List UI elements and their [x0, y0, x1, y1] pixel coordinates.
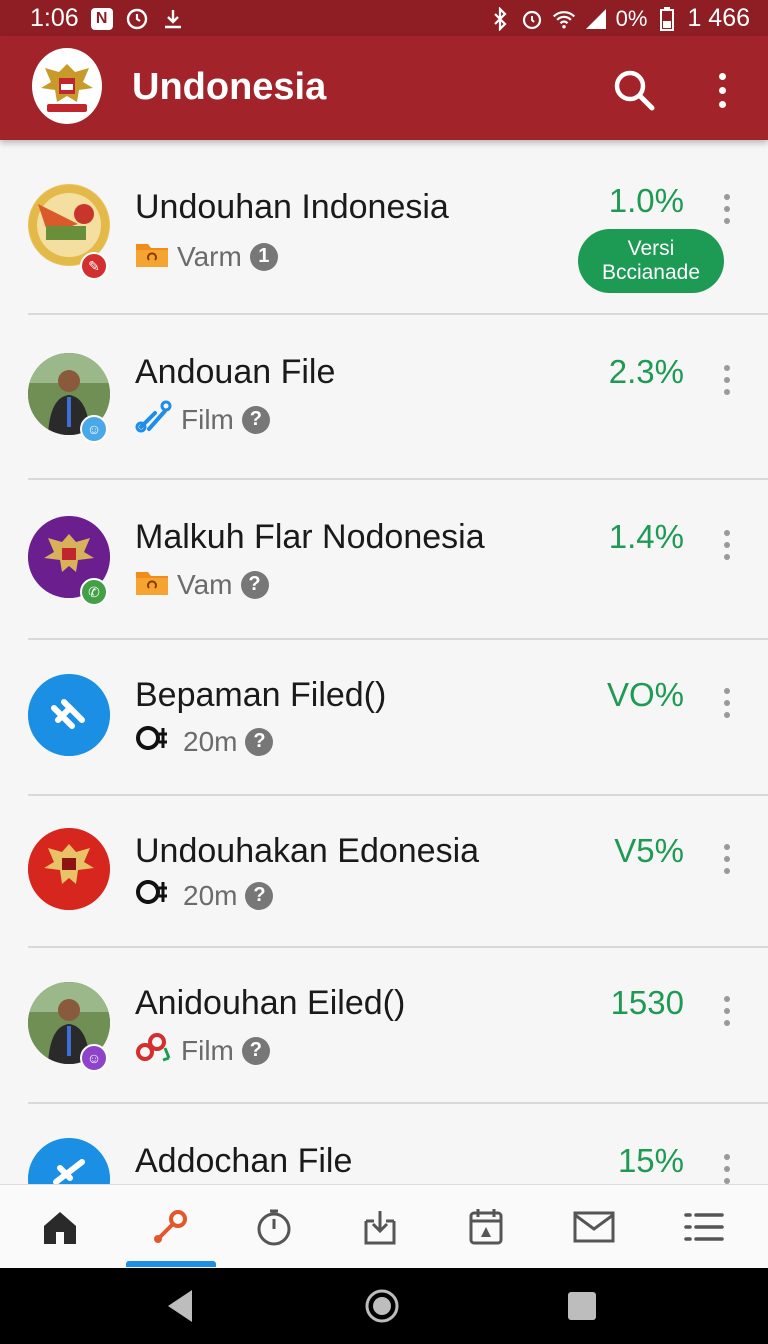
item-title: Undouhan Indonesia — [135, 188, 449, 226]
item-sub-label: Vam — [177, 568, 233, 600]
item-percent: 2.3% — [608, 353, 684, 390]
list-item[interactable]: ✆ Malkuh Flar Nodonesia Vam ? 1.4% — [0, 480, 768, 638]
version-button[interactable]: Versi Bccianade — [578, 229, 724, 293]
item-title: Malkuh Flar Nodonesia — [135, 518, 485, 556]
item-subtitle: 20m ? — [135, 876, 274, 915]
help-icon: ? — [240, 570, 269, 599]
status-bar: 1:06 N 0% 1 466 — [0, 0, 768, 36]
bluetooth-icon — [488, 6, 512, 31]
item-more-icon[interactable] — [718, 688, 736, 718]
network-speed: 1 466 — [687, 4, 750, 32]
signal-icon — [584, 7, 608, 31]
chain-link-icon — [135, 1030, 173, 1071]
item-percent: V5% — [614, 832, 684, 869]
item-title: Andouan File — [135, 353, 336, 391]
item-sub-label: 20m — [183, 879, 238, 911]
list-item[interactable]: Undouhakan Edonesia 20m ? V5% — [0, 796, 768, 948]
item-sub-label: Film — [181, 403, 234, 435]
help-icon: ? — [245, 881, 274, 910]
item-subtitle: Film ? — [135, 399, 270, 440]
item-sub-label: Film — [181, 1034, 234, 1066]
help-icon: ? — [245, 727, 274, 756]
status-badge: ☺ — [80, 415, 108, 443]
battery-icon — [655, 6, 679, 31]
folder-icon — [135, 238, 169, 275]
item-subtitle: Varm 1 — [135, 238, 278, 275]
battery-percent: 0% — [615, 5, 648, 31]
help-icon: ? — [241, 1036, 270, 1065]
nav-mail-icon[interactable] — [544, 1185, 644, 1269]
back-icon[interactable] — [164, 1288, 196, 1324]
item-sub-label: Varm — [177, 240, 242, 272]
search-icon[interactable] — [610, 66, 658, 114]
download-notification-icon — [161, 7, 185, 31]
nav-download-icon[interactable] — [330, 1185, 430, 1269]
item-sub-label: 20m — [183, 725, 238, 757]
version-line-1: Versi — [627, 237, 675, 260]
list-item[interactable]: Addochan File 15% — [0, 1104, 768, 1184]
app-title: Undonesia — [132, 66, 327, 108]
list-item[interactable]: ☺ Anidouhan Eiled() Film ? 1530 — [0, 948, 768, 1104]
item-more-icon[interactable] — [718, 365, 736, 395]
item-percent: VO% — [606, 676, 684, 713]
system-nav-bar — [0, 1268, 768, 1344]
timer-icon — [135, 722, 175, 761]
list-item[interactable]: ☺ Andouan File Film ? 2.3% — [0, 315, 768, 479]
nav-active-indicator — [126, 1261, 216, 1267]
nav-home-icon[interactable] — [10, 1185, 110, 1269]
app-avatar — [28, 1138, 110, 1184]
nav-list-icon[interactable] — [654, 1185, 754, 1269]
count-badge: 1 — [249, 242, 278, 271]
file-list: ✎ Undouhan Indonesia Varm 1 1.0% Versi B… — [0, 142, 768, 1184]
folder-icon — [135, 566, 169, 603]
item-subtitle: Vam ? — [135, 566, 269, 603]
list-item[interactable]: Bepaman Filed() 20m ? VO% — [0, 640, 768, 796]
bottom-nav — [0, 1184, 768, 1269]
garuda-avatar — [28, 828, 110, 910]
status-badge: ✎ — [80, 252, 108, 280]
item-subtitle: 20m ? — [135, 722, 274, 761]
list-item[interactable]: ✎ Undouhan Indonesia Varm 1 1.0% Versi B… — [0, 142, 768, 314]
help-icon: ? — [241, 405, 270, 434]
nav-link-icon[interactable] — [120, 1185, 220, 1269]
status-time: 1:06 — [30, 4, 79, 32]
item-more-icon[interactable] — [718, 1154, 736, 1184]
item-more-icon[interactable] — [718, 530, 736, 560]
recents-icon[interactable] — [566, 1290, 598, 1322]
item-more-icon[interactable] — [718, 844, 736, 874]
garuda-logo-icon[interactable] — [32, 48, 102, 124]
app-avatar — [28, 674, 110, 756]
home-button-icon[interactable] — [364, 1288, 400, 1324]
version-line-2: Bccianade — [601, 261, 701, 284]
item-percent: 1.4% — [608, 518, 684, 555]
nav-calendar-icon[interactable] — [436, 1185, 536, 1269]
item-percent: 1530 — [610, 984, 684, 1021]
link-icon — [135, 399, 173, 440]
item-percent: 1.0% — [608, 182, 684, 219]
overflow-menu-icon[interactable] — [700, 66, 744, 114]
item-more-icon[interactable] — [718, 996, 736, 1026]
status-badge: ✆ — [80, 578, 108, 606]
item-title: Bepaman Filed() — [135, 676, 387, 714]
status-badge: ☺ — [80, 1044, 108, 1072]
item-subtitle: Film ? — [135, 1030, 270, 1071]
notification-app-icon: N — [90, 7, 113, 30]
item-title: Addochan File — [135, 1142, 353, 1180]
item-more-icon[interactable] — [718, 194, 736, 224]
item-percent: 15% — [617, 1142, 684, 1179]
nav-timer-icon[interactable] — [224, 1185, 324, 1269]
alarm-icon — [520, 7, 544, 31]
app-bar: Undonesia — [0, 36, 768, 140]
item-title: Undouhakan Edonesia — [135, 832, 480, 870]
timer-icon — [135, 876, 175, 915]
wifi-icon — [552, 7, 576, 31]
item-title: Anidouhan Eiled() — [135, 984, 406, 1022]
clock-notification-icon — [125, 7, 149, 31]
